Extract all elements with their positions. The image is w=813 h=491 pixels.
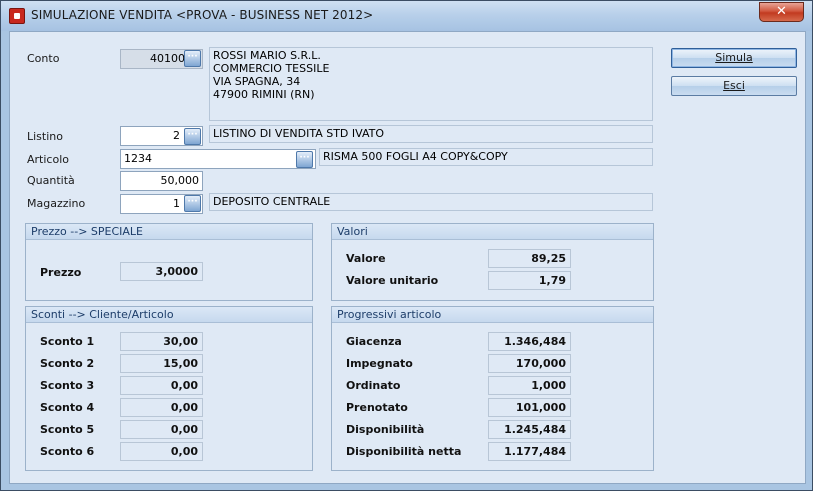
progressivo-label: Impegnato bbox=[346, 357, 413, 370]
progressivo-value: 1.177,484 bbox=[488, 442, 571, 461]
simulazione-vendita-window: SIMULAZIONE VENDITA <PROVA - BUSINESS NE… bbox=[0, 0, 813, 491]
listino-label: Listino bbox=[27, 130, 63, 143]
app-icon[interactable] bbox=[9, 8, 25, 24]
esci-label: Esci bbox=[723, 79, 745, 92]
progressivo-value: 170,000 bbox=[488, 354, 571, 373]
sconti-group-title: Sconti --> Cliente/Articolo bbox=[26, 307, 312, 323]
progressivo-label: Prenotato bbox=[346, 401, 408, 414]
address-line: VIA SPAGNA, 34 bbox=[213, 75, 301, 88]
progressivo-value: 1,000 bbox=[488, 376, 571, 395]
sconto-value: 0,00 bbox=[120, 376, 203, 395]
progressivi-group-title: Progressivi articolo bbox=[332, 307, 653, 323]
sconto-label: Sconto 5 bbox=[40, 423, 95, 436]
progressivo-value: 1.346,484 bbox=[488, 332, 571, 351]
listino-lookup-icon[interactable]: ··· bbox=[184, 128, 201, 145]
sconto-value: 30,00 bbox=[120, 332, 203, 351]
valori-row-value: 1,79 bbox=[488, 271, 571, 290]
sconti-group: Sconti --> Cliente/Articolo Sconto 1 30,… bbox=[25, 306, 313, 471]
magazzino-label: Magazzino bbox=[27, 197, 86, 210]
progressivi-group: Progressivi articolo Giacenza 1.346,484 … bbox=[331, 306, 654, 471]
valori-row-value: 89,25 bbox=[488, 249, 571, 268]
prezzo-group: Prezzo --> SPECIALE Prezzo 3,0000 bbox=[25, 223, 313, 301]
quantita-field[interactable]: 50,000 bbox=[120, 171, 203, 191]
address-line: ROSSI MARIO S.R.L. bbox=[213, 49, 321, 62]
articolo-lookup-icon[interactable]: ··· bbox=[296, 151, 313, 168]
sconto-label: Sconto 2 bbox=[40, 357, 95, 370]
simula-button[interactable]: Simula bbox=[671, 48, 797, 68]
progressivo-label: Ordinato bbox=[346, 379, 401, 392]
quantita-label: Quantità bbox=[27, 174, 75, 187]
sconto-label: Sconto 6 bbox=[40, 445, 95, 458]
sconto-value: 0,00 bbox=[120, 420, 203, 439]
prezzo-group-title: Prezzo --> SPECIALE bbox=[26, 224, 312, 240]
valori-group-title: Valori bbox=[332, 224, 653, 240]
address-line: COMMERCIO TESSILE bbox=[213, 62, 330, 75]
progressivo-label: Giacenza bbox=[346, 335, 402, 348]
articolo-description: RISMA 500 FOGLI A4 COPY&COPY bbox=[319, 148, 653, 166]
close-button[interactable]: ✕ bbox=[759, 2, 804, 22]
conto-address-box: ROSSI MARIO S.R.L. COMMERCIO TESSILE VIA… bbox=[209, 47, 653, 121]
sconto-label: Sconto 1 bbox=[40, 335, 95, 348]
simula-label: Simula bbox=[715, 51, 753, 64]
prezzo-value: 3,0000 bbox=[120, 262, 203, 281]
esci-button[interactable]: Esci bbox=[671, 76, 797, 96]
title-bar[interactable]: SIMULAZIONE VENDITA <PROVA - BUSINESS NE… bbox=[1, 1, 812, 31]
valori-group: Valori Valore 89,25 Valore unitario 1,79 bbox=[331, 223, 654, 301]
window-title: SIMULAZIONE VENDITA <PROVA - BUSINESS NE… bbox=[31, 8, 374, 22]
sconto-label: Sconto 3 bbox=[40, 379, 95, 392]
valori-row-label: Valore bbox=[346, 252, 386, 265]
articolo-label: Articolo bbox=[27, 153, 69, 166]
magazzino-description: DEPOSITO CENTRALE bbox=[209, 193, 653, 211]
magazzino-lookup-icon[interactable]: ··· bbox=[184, 195, 201, 212]
sconto-label: Sconto 4 bbox=[40, 401, 95, 414]
prezzo-label: Prezzo bbox=[40, 266, 82, 279]
listino-description: LISTINO DI VENDITA STD IVATO bbox=[209, 125, 653, 143]
progressivo-label: Disponibilità bbox=[346, 423, 425, 436]
progressivo-value: 101,000 bbox=[488, 398, 571, 417]
sconto-value: 0,00 bbox=[120, 398, 203, 417]
articolo-field[interactable]: 1234 bbox=[120, 149, 316, 169]
sconto-value: 0,00 bbox=[120, 442, 203, 461]
client-area: Conto 4010001 ··· ROSSI MARIO S.R.L. COM… bbox=[9, 31, 806, 484]
progressivo-value: 1.245,484 bbox=[488, 420, 571, 439]
conto-label: Conto bbox=[27, 52, 60, 65]
valori-row-label: Valore unitario bbox=[346, 274, 439, 287]
conto-lookup-icon[interactable]: ··· bbox=[184, 50, 201, 67]
sconto-value: 15,00 bbox=[120, 354, 203, 373]
progressivo-label: Disponibilità netta bbox=[346, 445, 462, 458]
address-line: 47900 RIMINI (RN) bbox=[213, 88, 315, 101]
